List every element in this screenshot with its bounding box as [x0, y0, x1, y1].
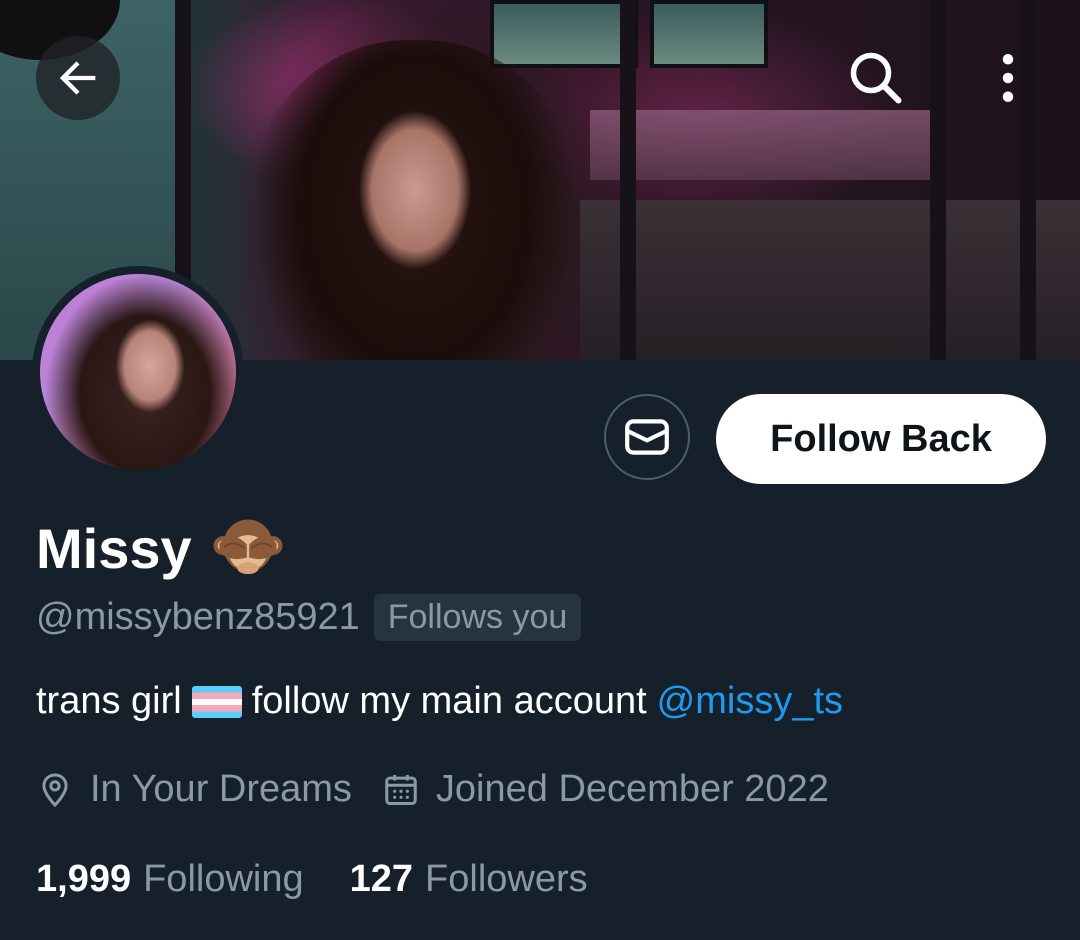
username-handle: @missybenz85921 [36, 596, 360, 638]
banner-counter [580, 200, 1080, 360]
profile-stats: 1,999 Following 127 Followers [36, 858, 588, 901]
see-no-evil-monkey-icon [213, 519, 283, 575]
calendar-icon [385, 774, 417, 805]
bio-text-2: follow my main account [251, 680, 647, 722]
message-button[interactable] [604, 394, 690, 480]
more-options-button[interactable] [966, 36, 1050, 120]
envelope-icon [625, 419, 669, 455]
bio-mention-link[interactable]: @missy_ts [657, 680, 843, 723]
transgender-flag-icon [191, 685, 242, 718]
back-button[interactable] [36, 36, 120, 120]
location-item: In Your Dreams [36, 768, 352, 811]
joined-text: Joined December 2022 [435, 768, 829, 810]
name-row: Missy [36, 510, 286, 586]
joined-item: Joined December 2022 [382, 768, 829, 811]
more-vertical-icon [1002, 54, 1014, 102]
follows-you-badge: Follows you [373, 594, 582, 641]
profile-avatar[interactable] [32, 266, 244, 478]
profile-meta: In Your Dreams Joined December 2022 [36, 768, 829, 811]
handle-row: @missybenz85921 Follows you [36, 594, 582, 641]
location-pin-icon [42, 772, 68, 807]
followers-label: Followers [425, 858, 588, 900]
banner-pillar [930, 0, 946, 360]
location-text: In Your Dreams [90, 768, 352, 810]
profile-bio: trans girl follow my main account @missy… [36, 680, 843, 723]
display-name: Missy [36, 516, 192, 580]
followers-count: 127 [349, 858, 414, 900]
arrow-left-icon [59, 61, 96, 95]
avatar-image [40, 274, 236, 470]
search-button[interactable] [834, 36, 918, 120]
bio-text: trans girl [36, 680, 182, 722]
banner-menu-screen [490, 0, 638, 68]
following-label: Following [143, 858, 304, 900]
follow-back-button[interactable]: Follow Back [716, 394, 1046, 484]
search-icon [850, 52, 902, 104]
banner-menu-screen [650, 0, 768, 68]
banner-pillar [620, 0, 636, 360]
following-count: 1,999 [36, 858, 132, 900]
followers-link[interactable]: 127 Followers [350, 858, 588, 901]
banner-shelf [590, 110, 930, 180]
banner-person [250, 40, 580, 360]
following-link[interactable]: 1,999 Following [36, 858, 304, 901]
